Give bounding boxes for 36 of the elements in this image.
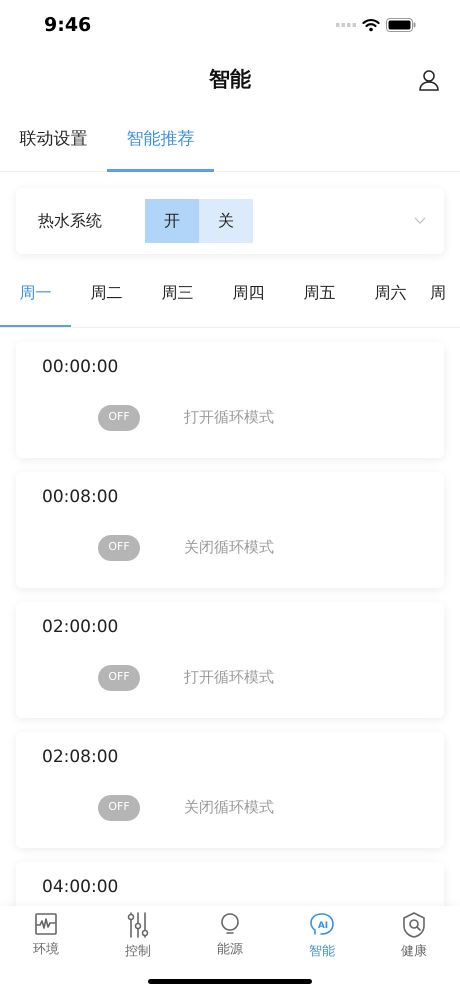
day-tab[interactable]: 周六 [355, 260, 426, 327]
day-tab[interactable]: 周三 [142, 260, 213, 327]
day-tab[interactable]: 周一 [0, 260, 71, 327]
signal-icon [336, 22, 356, 28]
status-time: 9:46 [44, 12, 92, 38]
schedule-time: 02:08:00 [42, 746, 120, 769]
day-tab[interactable]: 周二 [71, 260, 142, 327]
chart-wave-icon [34, 912, 58, 936]
section-tab[interactable]: 智能推荐 [107, 110, 214, 172]
day-tab[interactable]: 周五 [284, 260, 355, 327]
sliders-icon [126, 912, 150, 938]
action-text: 关闭循环模式 [184, 797, 274, 818]
battery-icon [386, 18, 416, 32]
action-text: 打开循环模式 [184, 407, 274, 428]
profile-icon[interactable] [418, 69, 440, 91]
nav-item[interactable]: 环境 [0, 912, 92, 966]
nav-item[interactable]: 健康 [368, 912, 460, 966]
schedule-time: 00:08:00 [42, 486, 120, 509]
page-title: 智能 [209, 66, 251, 94]
schedule-time: 04:00:00 [42, 876, 120, 899]
action-text: 关闭循环模式 [184, 537, 274, 558]
shield-search-icon [402, 912, 426, 938]
power-option[interactable]: 开 [145, 199, 199, 243]
nav-item[interactable]: 能源 [184, 912, 276, 966]
section-tab[interactable]: 联动设置 [0, 110, 107, 172]
action-text: 打开循环模式 [184, 667, 274, 688]
system-label: 热水系统 [38, 210, 103, 232]
power-option[interactable]: 关 [199, 199, 253, 243]
nav-item[interactable]: 控制 [92, 912, 184, 966]
day-tab[interactable]: 周四 [213, 260, 284, 327]
wifi-icon [362, 18, 380, 32]
lightbulb-icon [219, 912, 241, 936]
schedule-time: 00:00:00 [42, 356, 120, 379]
nav-item[interactable]: AI 智能 [276, 912, 368, 966]
schedule-time: 02:00:00 [42, 616, 120, 639]
day-tab[interactable]: 周 [426, 260, 448, 327]
